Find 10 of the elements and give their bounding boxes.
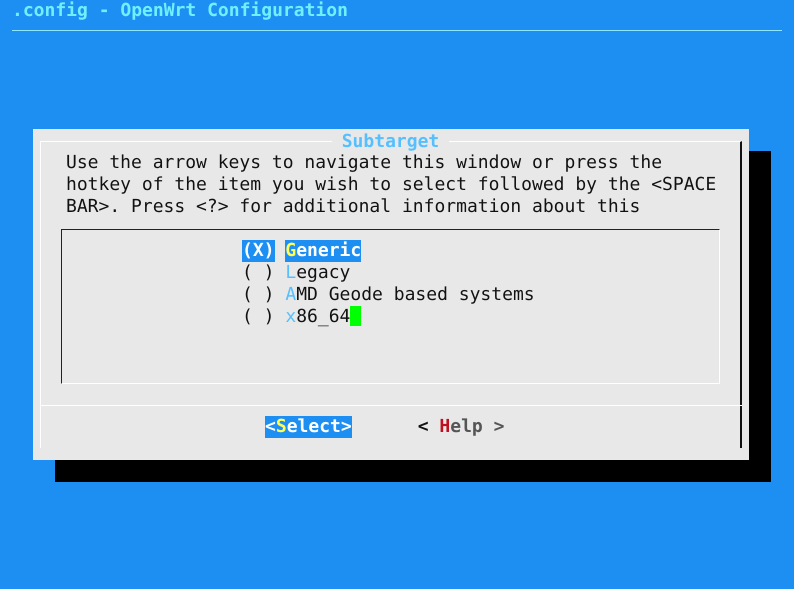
instruction-text: BAR>. Press <?> for additional information about this [66,196,642,218]
window-title: .config - OpenWrt Configuration [11,0,349,22]
list-item[interactable]: ( ) x86_64 [242,306,350,328]
instruction-text: Use the arrow keys to navigate this window or press the [66,152,664,174]
instruction-text: hotkey of the item you wish to select followed by the <SPACE [66,174,718,196]
cursor-block [350,306,362,326]
list-item[interactable]: ( ) Legacy [242,262,350,284]
list-item[interactable]: ( ) AMD Geode based systems [242,284,535,306]
dialog-button[interactable]: < Help > [418,416,504,438]
dialog-title: Subtarget [332,131,450,153]
